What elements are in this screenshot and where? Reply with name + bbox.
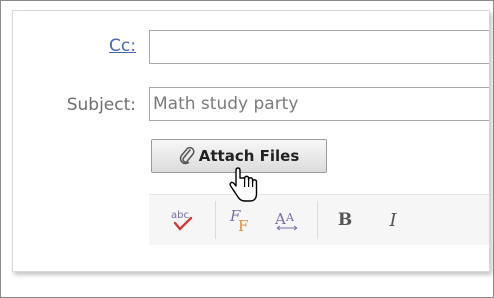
screenshot-frame: Cc: Subject: Attach Files abc F (0, 0, 494, 298)
message-body-area[interactable] (149, 245, 489, 271)
svg-text:F: F (238, 217, 248, 234)
formatting-toolbar: abc F F A A B I (149, 194, 489, 271)
subject-field[interactable] (149, 87, 489, 121)
subject-label: Subject: (66, 95, 136, 115)
spell-check-icon[interactable]: abc (163, 195, 203, 245)
cc-field[interactable] (149, 30, 489, 64)
toolbar-separator (215, 201, 216, 239)
italic-icon[interactable]: I (375, 195, 411, 245)
font-size-icon[interactable]: A A (267, 195, 307, 245)
svg-text:abc: abc (171, 210, 189, 221)
toolbar-separator (317, 201, 318, 239)
bold-icon[interactable]: B (327, 195, 363, 245)
compose-panel: Cc: Subject: Attach Files abc F (12, 10, 490, 272)
font-color-icon[interactable]: F F (221, 195, 261, 245)
cc-link[interactable]: Cc: (13, 36, 136, 56)
attach-files-button[interactable]: Attach Files (151, 139, 327, 173)
paperclip-icon (179, 146, 195, 165)
svg-text:A: A (274, 210, 286, 228)
svg-text:A: A (285, 211, 295, 224)
attach-files-label: Attach Files (198, 147, 300, 165)
